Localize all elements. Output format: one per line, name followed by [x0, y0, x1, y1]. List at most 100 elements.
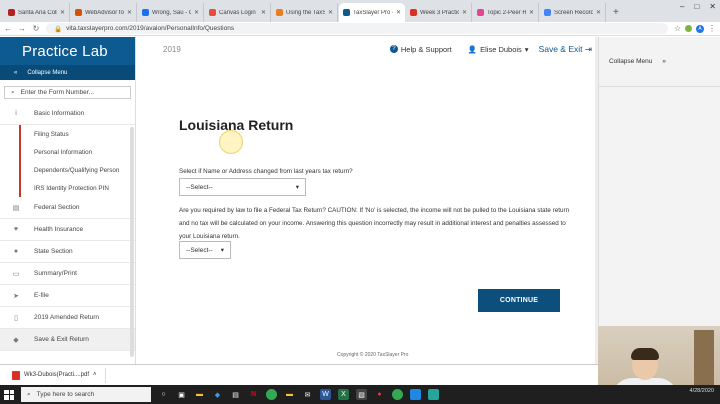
- name-address-select-value: --Select--: [186, 183, 213, 191]
- tax-year: 2019: [163, 44, 181, 54]
- browser-tab[interactable]: Using the TaxS ✕: [272, 3, 338, 22]
- netflix-icon[interactable]: N: [248, 389, 259, 400]
- word-icon[interactable]: W: [320, 389, 331, 400]
- search-icon: ⌕: [27, 390, 31, 398]
- star-icon[interactable]: ☆: [674, 24, 681, 33]
- tab-close-icon[interactable]: ✕: [60, 9, 65, 16]
- tab-close-icon[interactable]: ✕: [529, 9, 534, 16]
- sidebar-item[interactable]: i Basic Information: [0, 103, 135, 125]
- extension-icon[interactable]: [685, 25, 692, 32]
- select-arrow-icon: ▾: [295, 184, 299, 191]
- browser-tab[interactable]: Week 3 Practic ✕: [406, 3, 472, 22]
- photos-icon[interactable]: ▧: [356, 389, 367, 400]
- browser-tab[interactable]: WebAdvisor fo ✕: [71, 3, 137, 22]
- right-collapse-menu[interactable]: Collapse Menu »: [599, 37, 720, 87]
- tab-favicon-icon: [8, 9, 15, 16]
- tab-title: Screen Record: [554, 9, 593, 16]
- continue-button[interactable]: CONTINUE: [478, 289, 560, 312]
- browser-tab[interactable]: Canvas Login ✕: [205, 3, 271, 22]
- sidebar-subitem[interactable]: Dependents/Qualifying Person: [19, 161, 135, 179]
- federal-return-select[interactable]: --Select-- ▾: [179, 241, 231, 259]
- sidebar-subitem[interactable]: Filing Status: [19, 125, 135, 143]
- federal-return-select-value: --Select--: [186, 246, 213, 254]
- menu-icon[interactable]: ⋮: [708, 24, 716, 33]
- excel-icon[interactable]: X: [338, 389, 349, 400]
- sidebar-scrollbar[interactable]: [130, 127, 134, 357]
- sidebar-subitem[interactable]: Personal Information: [19, 143, 135, 161]
- tab-close-icon[interactable]: ✕: [194, 9, 199, 16]
- name-address-select[interactable]: --Select-- ▾: [179, 178, 306, 196]
- forward-icon[interactable]: →: [18, 24, 26, 33]
- save-exit-link[interactable]: Save & Exit ⇥: [539, 44, 592, 55]
- url-text: vita.taxslayerpro.com/2019/avalon/Person…: [66, 25, 235, 32]
- url-bar[interactable]: 🔒 vita.taxslayerpro.com/2019/avalon/Pers…: [46, 23, 668, 34]
- close-window-icon[interactable]: ✕: [709, 2, 716, 11]
- browser-tab[interactable]: TaxSlayer Pro - ✕: [339, 3, 405, 22]
- webcam-person-hair: [631, 348, 659, 360]
- profile-avatar[interactable]: A: [696, 24, 704, 33]
- sidebar-item-label: E-file: [34, 292, 49, 299]
- tab-close-icon[interactable]: ✕: [596, 9, 601, 16]
- exit-icon: ⇥: [584, 43, 592, 54]
- tab-favicon-icon: [209, 9, 216, 16]
- browser-tab[interactable]: Wrong, Sau - O ✕: [138, 3, 204, 22]
- document-icon: ▯: [14, 314, 18, 322]
- browser-tab[interactable]: Santa Ana Coll ✕: [4, 3, 70, 22]
- sidebar-item[interactable]: ➤ E-file: [0, 285, 135, 307]
- chrome-icon[interactable]: [266, 389, 277, 400]
- sidebar-item-label: Save & Exit Return: [34, 336, 89, 343]
- task-view-icon[interactable]: ▣: [176, 389, 187, 400]
- minimize-icon[interactable]: –: [680, 2, 684, 11]
- health-icon: ♥: [13, 226, 19, 233]
- taskbar-search-placeholder: Type here to search: [36, 391, 95, 398]
- main-header: 2019 ? Help & Support 👤 Elise Dubois ▾ S…: [137, 37, 598, 61]
- user-menu[interactable]: 👤 Elise Dubois ▾: [468, 45, 529, 54]
- tab-close-icon[interactable]: ✕: [328, 9, 333, 16]
- tab-title: Wrong, Sau - O: [152, 9, 191, 16]
- reload-icon[interactable]: ↻: [32, 24, 40, 33]
- collapse-menu-button[interactable]: « Collapse Menu: [0, 65, 135, 80]
- sidebar-subitem[interactable]: IRS Identity Protection PIN: [19, 179, 135, 197]
- maximize-icon[interactable]: □: [694, 2, 699, 11]
- tab-favicon-icon: [142, 9, 149, 16]
- browser-tab[interactable]: Topic 2-Peer R ✕: [473, 3, 539, 22]
- app-icon[interactable]: [410, 389, 421, 400]
- folder-icon[interactable]: ▬: [194, 389, 205, 400]
- sidebar-item[interactable]: ▯ 2019 Amended Return: [0, 307, 135, 329]
- back-icon[interactable]: ←: [4, 24, 12, 33]
- brand-title: Practice Lab: [0, 37, 135, 65]
- tab-close-icon[interactable]: ✕: [261, 9, 266, 16]
- app-icon[interactable]: [428, 389, 439, 400]
- new-tab-button[interactable]: +: [607, 3, 625, 22]
- form-search-input[interactable]: ⌕ Enter the Form Number...: [4, 86, 131, 99]
- sidebar-item[interactable]: ▭ Summary/Print: [0, 263, 135, 285]
- tab-title: TaxSlayer Pro -: [353, 9, 393, 16]
- taskbar-search[interactable]: ⌕ Type here to search: [21, 387, 151, 402]
- webcam-background-door: [694, 330, 714, 390]
- sidebar-item[interactable]: ▤ Federal Section: [0, 197, 135, 219]
- windows-start-icon[interactable]: [4, 389, 14, 400]
- dropbox-icon[interactable]: ◆: [212, 389, 223, 400]
- record-icon[interactable]: ●: [374, 389, 385, 400]
- chrome-icon[interactable]: [392, 389, 403, 400]
- folder-icon[interactable]: ▬: [284, 389, 295, 400]
- store-icon[interactable]: ▤: [230, 389, 241, 400]
- sidebar-item[interactable]: ◆ Save & Exit Return: [0, 329, 135, 351]
- mail-icon[interactable]: ✉: [302, 389, 313, 400]
- browser-tab-strip: Santa Ana Coll ✕ WebAdvisor fo ✕ Wrong, Sau …: [0, 0, 720, 22]
- tab-close-icon[interactable]: ✕: [127, 9, 132, 16]
- double-chevron-right-icon: »: [662, 58, 666, 65]
- cortana-icon[interactable]: ○: [158, 389, 169, 400]
- help-support-link[interactable]: ? Help & Support: [389, 45, 452, 54]
- tab-close-icon[interactable]: ✕: [462, 9, 467, 16]
- sidebar-item-label: State Section: [34, 248, 73, 255]
- sidebar-item[interactable]: ● State Section: [0, 241, 135, 263]
- sidebar-item[interactable]: ♥ Health Insurance: [0, 219, 135, 241]
- window-controls: – □ ✕: [680, 2, 716, 11]
- browser-tab[interactable]: Screen Record ✕: [540, 3, 606, 22]
- question-federal-return: Are you required by law to file a Federa…: [179, 207, 570, 240]
- tab-close-icon[interactable]: ✕: [396, 9, 401, 16]
- download-item[interactable]: Wk3-Dubois(Practi....pdf ˄: [4, 367, 106, 383]
- caret-down-icon: ▾: [524, 44, 529, 54]
- chevron-up-icon[interactable]: ˄: [93, 372, 97, 378]
